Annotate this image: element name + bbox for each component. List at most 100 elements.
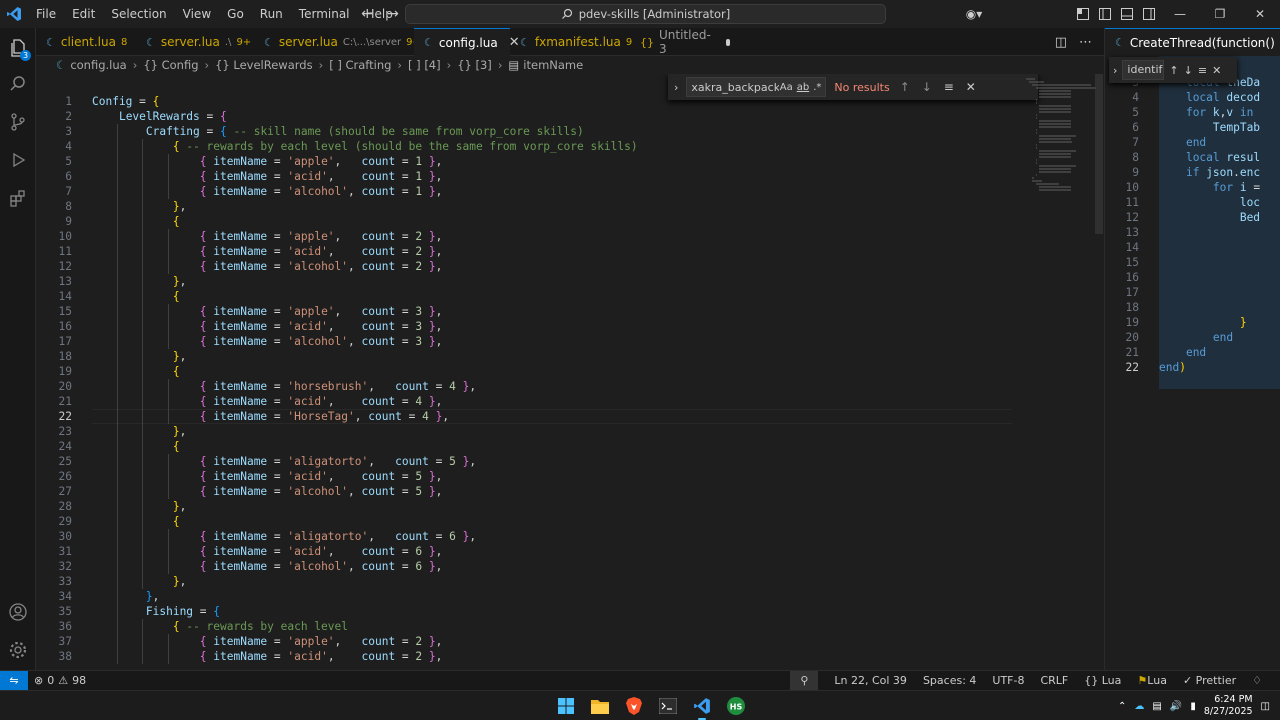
secondary-code-line[interactable]: 7 end bbox=[1105, 135, 1280, 150]
remote-indicator-icon[interactable]: ⇋ bbox=[0, 670, 28, 691]
tab-createthread[interactable]: ☾ CreateThread(function() U bbox=[1105, 28, 1280, 56]
code-line[interactable]: 26 { itemName = 'acid', count = 5 }, bbox=[36, 469, 1104, 484]
code-line[interactable]: 37 { itemName = 'apple', count = 2 }, bbox=[36, 634, 1104, 649]
code-line[interactable]: 15 { itemName = 'apple', count = 3 }, bbox=[36, 304, 1104, 319]
breadcrumb-index-4[interactable]: [ ] [4] bbox=[408, 58, 441, 72]
secondary-code-line[interactable]: 9 if json.enc bbox=[1105, 165, 1280, 180]
code-line[interactable]: 28 }, bbox=[36, 499, 1104, 514]
code-line[interactable]: 22 { itemName = 'HorseTag', count = 4 }, bbox=[36, 409, 1104, 424]
code-line[interactable]: 34 }, bbox=[36, 589, 1104, 604]
hs-app-icon[interactable]: HS bbox=[724, 694, 748, 718]
find-in-selection-icon[interactable]: ≡ bbox=[942, 80, 956, 94]
code-line[interactable]: 11 { itemName = 'acid', count = 2 }, bbox=[36, 244, 1104, 259]
code-line[interactable]: 30 { itemName = 'aligatorto', count = 6 … bbox=[36, 529, 1104, 544]
tab-client-lua[interactable]: ☾ client.lua 8 bbox=[36, 28, 136, 56]
explorer-icon[interactable]: 3 bbox=[0, 30, 36, 66]
toggle-replace-icon[interactable]: › bbox=[1113, 64, 1117, 77]
code-line[interactable]: 36 { -- rewards by each level bbox=[36, 619, 1104, 634]
restore-button[interactable]: ❐ bbox=[1200, 0, 1240, 28]
secondary-code-line[interactable]: 20 end bbox=[1105, 330, 1280, 345]
toggle-replace-icon[interactable]: › bbox=[674, 81, 678, 94]
code-line[interactable]: 24 { bbox=[36, 439, 1104, 454]
match-case-toggle[interactable]: Aa bbox=[780, 82, 793, 93]
code-line[interactable]: 6 { itemName = 'acid', count = 1 }, bbox=[36, 169, 1104, 184]
code-line[interactable]: 3 Crafting = { -- skill name (should be … bbox=[36, 124, 1104, 139]
tab-untitled-3[interactable]: {} Untitled-3 bbox=[630, 28, 730, 56]
secondary-code-line[interactable]: 4 local decod bbox=[1105, 90, 1280, 105]
breadcrumb-crafting[interactable]: [ ] Crafting bbox=[329, 58, 391, 72]
menu-selection[interactable]: Selection bbox=[103, 0, 174, 28]
code-line[interactable]: 4 { -- rewards by each level (should be … bbox=[36, 139, 1104, 154]
tab-fxmanifest-lua[interactable]: ☾ fxmanifest.lua 9 bbox=[510, 28, 632, 56]
code-line[interactable]: 35 Fishing = { bbox=[36, 604, 1104, 619]
tab-config-lua[interactable]: ☾ config.lua ✕ bbox=[414, 28, 520, 56]
secondary-code-line[interactable]: 21 end bbox=[1105, 345, 1280, 360]
code-line[interactable]: 32 { itemName = 'alcohol', count = 6 }, bbox=[36, 559, 1104, 574]
secondary-find-input[interactable]: identif bbox=[1122, 60, 1165, 80]
menu-file[interactable]: File bbox=[28, 0, 64, 28]
show-hidden-icons-icon[interactable]: ⌃ bbox=[1118, 701, 1126, 712]
volume-icon[interactable]: 🔊 bbox=[1170, 701, 1182, 712]
secondary-code-line[interactable]: 17 bbox=[1105, 285, 1280, 300]
secondary-code-line[interactable]: 16 bbox=[1105, 270, 1280, 285]
find-input[interactable]: xakra_backpacks:Connect Aa ab .* bbox=[686, 77, 827, 97]
extensions-icon[interactable] bbox=[0, 180, 36, 216]
minimap[interactable] bbox=[1026, 74, 1096, 214]
end-of-line[interactable]: CRLF bbox=[1032, 671, 1076, 691]
windows-start-icon[interactable] bbox=[554, 694, 578, 718]
breadcrumb-levelrewards[interactable]: {} LevelRewards bbox=[215, 58, 312, 72]
secondary-code-line[interactable]: 13 bbox=[1105, 225, 1280, 240]
more-actions-icon[interactable]: ⋯ bbox=[1079, 35, 1092, 50]
menu-terminal[interactable]: Terminal bbox=[291, 0, 358, 28]
code-line[interactable]: 23 }, bbox=[36, 424, 1104, 439]
vscode-taskbar-icon[interactable] bbox=[690, 694, 714, 720]
code-line[interactable]: 14 { bbox=[36, 289, 1104, 304]
copilot-icon[interactable]: ◉▾ bbox=[956, 0, 992, 28]
file-encoding[interactable]: UTF-8 bbox=[984, 671, 1032, 691]
toggle-primary-sidebar-icon[interactable] bbox=[1094, 0, 1116, 28]
code-line[interactable]: 10 { itemName = 'apple', count = 2 }, bbox=[36, 229, 1104, 244]
clock[interactable]: 6:24 PM 8/27/2025 bbox=[1204, 694, 1253, 718]
back-arrow-icon[interactable]: ← bbox=[358, 5, 376, 23]
code-line[interactable]: 21 { itemName = 'acid', count = 4 }, bbox=[36, 394, 1104, 409]
terminal-icon[interactable] bbox=[656, 694, 680, 718]
code-line[interactable]: 9 { bbox=[36, 214, 1104, 229]
code-line[interactable]: 27 { itemName = 'alcohol', count = 5 }, bbox=[36, 484, 1104, 499]
battery-icon[interactable]: ▮ bbox=[1190, 701, 1196, 712]
cursor-position[interactable]: Ln 22, Col 39 bbox=[826, 671, 915, 691]
breadcrumb-file[interactable]: config.lua bbox=[70, 58, 126, 72]
forward-arrow-icon[interactable]: → bbox=[384, 5, 402, 23]
code-line[interactable]: 12 { itemName = 'alcohol', count = 2 }, bbox=[36, 259, 1104, 274]
breadcrumb-config[interactable]: {} Config bbox=[143, 58, 198, 72]
match-whole-word-toggle[interactable]: ab bbox=[797, 82, 809, 93]
secondary-code-line[interactable]: 15 bbox=[1105, 255, 1280, 270]
run-debug-icon[interactable] bbox=[0, 142, 36, 178]
code-line[interactable]: 18 }, bbox=[36, 349, 1104, 364]
breadcrumb-index-3[interactable]: {} [3] bbox=[457, 58, 492, 72]
close-find-icon[interactable]: ✕ bbox=[1212, 64, 1221, 77]
code-line[interactable]: 17 { itemName = 'alcohol', count = 3 }, bbox=[36, 334, 1104, 349]
split-editor-icon[interactable]: ◫ bbox=[1055, 35, 1067, 50]
code-line[interactable]: 7 { itemName = 'alcohol', count = 1 }, bbox=[36, 184, 1104, 199]
close-window-button[interactable]: ✕ bbox=[1240, 0, 1280, 28]
customize-layout-icon[interactable] bbox=[1072, 0, 1094, 28]
minimize-button[interactable]: — bbox=[1160, 0, 1200, 28]
close-find-icon[interactable]: ✕ bbox=[964, 80, 978, 94]
secondary-code-line[interactable]: 10 for i = bbox=[1105, 180, 1280, 195]
secondary-code-line[interactable]: 12 Bed bbox=[1105, 210, 1280, 225]
secondary-code-line[interactable]: 5 for k,v in bbox=[1105, 105, 1280, 120]
network-icon[interactable]: ▤ bbox=[1152, 701, 1161, 712]
code-line[interactable]: 20 { itemName = 'horsebrush', count = 4 … bbox=[36, 379, 1104, 394]
vertical-scrollbar[interactable] bbox=[1095, 74, 1103, 234]
secondary-code-line[interactable]: 8 local resul bbox=[1105, 150, 1280, 165]
tab-server-lua-2[interactable]: ☾ server.lua C:\...\server 9+ bbox=[254, 28, 421, 56]
source-control-icon[interactable] bbox=[0, 104, 36, 140]
cloud-sync-icon[interactable]: ☁ bbox=[1134, 701, 1144, 712]
prettier-status[interactable]: ✓ Prettier bbox=[1175, 671, 1244, 691]
next-match-icon[interactable]: ↓ bbox=[1184, 64, 1193, 77]
previous-match-icon[interactable]: ↑ bbox=[898, 80, 912, 94]
unsaved-dot-icon[interactable] bbox=[725, 38, 730, 46]
secondary-code-line[interactable]: 11 loc bbox=[1105, 195, 1280, 210]
secondary-code-line[interactable]: 22 end) bbox=[1105, 360, 1280, 375]
code-line[interactable]: 13 }, bbox=[36, 274, 1104, 289]
